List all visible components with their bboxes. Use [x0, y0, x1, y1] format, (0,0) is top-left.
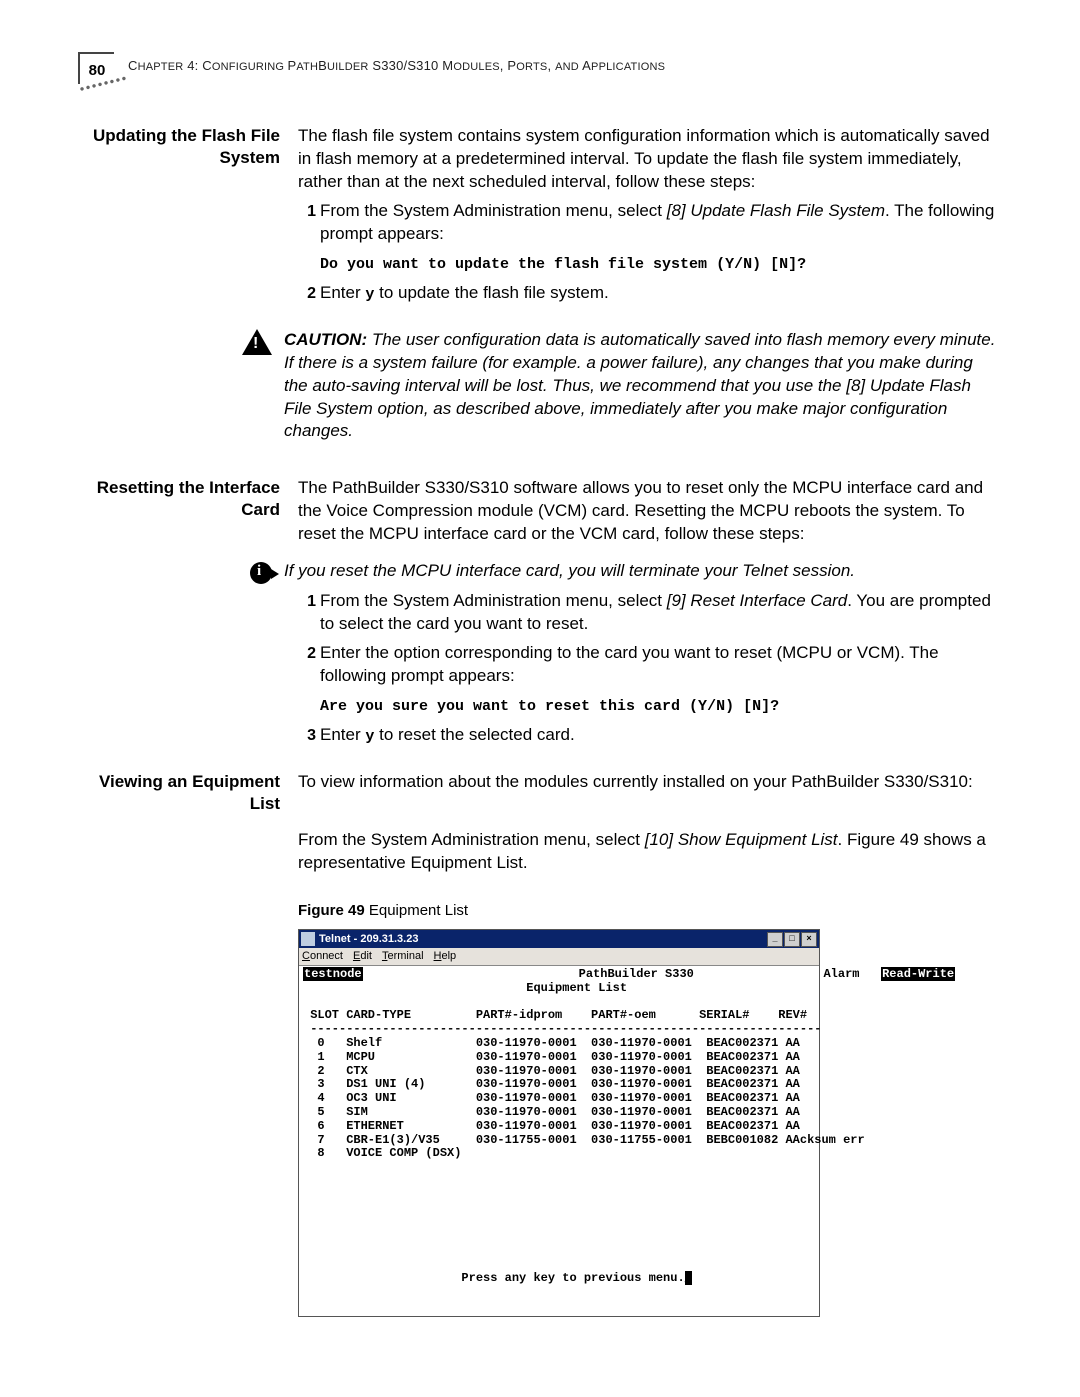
- info-icon: [250, 562, 272, 584]
- table-row: 0 Shelf 030-11970-0001 030-11970-0001 BE…: [303, 1036, 800, 1050]
- caution-icon: [242, 329, 272, 355]
- menu-terminal[interactable]: Terminal: [382, 949, 424, 964]
- page-header: CHAPTER 4: CONFIGURING PATHBUILDER S330/…: [128, 58, 665, 73]
- step-2-reset: 2Enter the option corresponding to the c…: [298, 642, 1000, 688]
- section-direction-equipment: From the System Administration menu, sel…: [298, 829, 1000, 875]
- step-1-flash: 1From the System Administration menu, se…: [298, 200, 1000, 246]
- maximize-button[interactable]: □: [784, 932, 800, 947]
- menu-connect[interactable]: Connect: [302, 949, 343, 964]
- prompt-flash: Do you want to update the flash file sys…: [320, 256, 806, 273]
- section-intro-equipment: To view information about the modules cu…: [298, 771, 1000, 794]
- prompt-reset: Are you sure you want to reset this card…: [320, 698, 779, 715]
- telnet-body: testnode PathBuilder S330 Alarm Read-Wri…: [299, 966, 819, 1316]
- info-note-reset: If you reset the MCPU interface card, yo…: [280, 560, 1000, 583]
- telnet-window: Telnet - 209.31.3.23 _ □ × Connect Edit …: [298, 929, 820, 1317]
- minimize-button[interactable]: _: [767, 932, 783, 947]
- caution-text: CAUTION: The user configuration data is …: [280, 329, 1000, 444]
- close-button[interactable]: ×: [801, 932, 817, 947]
- step-1-reset: 1From the System Administration menu, se…: [298, 590, 1000, 636]
- section-heading-equipment: Viewing an Equipment List: [80, 771, 298, 815]
- table-row: 7 CBR-E1(3)/V35 030-11755-0001 030-11755…: [303, 1133, 865, 1147]
- section-intro-reset: The PathBuilder S330/S310 software allow…: [298, 477, 1000, 546]
- table-row: 2 CTX 030-11970-0001 030-11970-0001 BEAC…: [303, 1064, 800, 1078]
- app-icon: [301, 932, 315, 946]
- table-row: 3 DS1 UNI (4) 030-11970-0001 030-11970-0…: [303, 1077, 800, 1091]
- telnet-titlebar[interactable]: Telnet - 209.31.3.23 _ □ ×: [299, 930, 819, 948]
- table-row: 5 SIM 030-11970-0001 030-11970-0001 BEAC…: [303, 1105, 800, 1119]
- section-heading-flash: Updating the Flash File System: [80, 125, 298, 169]
- telnet-title-text: Telnet - 209.31.3.23: [319, 932, 767, 947]
- figure-caption: Figure 49 Equipment List: [298, 901, 1000, 921]
- hostname-highlight: testnode: [303, 967, 363, 981]
- rw-highlight: Read-Write: [881, 967, 955, 981]
- step-3-reset: 3Enter y to reset the selected card.: [298, 724, 1000, 749]
- table-row: 6 ETHERNET 030-11970-0001 030-11970-0001…: [303, 1119, 800, 1133]
- menu-help[interactable]: Help: [434, 949, 457, 964]
- table-row: 4 OC3 UNI 030-11970-0001 030-11970-0001 …: [303, 1091, 800, 1105]
- telnet-menubar[interactable]: Connect Edit Terminal Help: [299, 948, 819, 966]
- section-heading-reset: Resetting the Interface Card: [80, 477, 298, 521]
- section-intro-flash: The flash file system contains system co…: [298, 125, 1000, 194]
- table-row: 8 VOICE COMP (DSX): [303, 1146, 461, 1160]
- step-2-flash: 2Enter y to update the flash file system…: [298, 282, 1000, 307]
- table-row: 1 MCPU 030-11970-0001 030-11970-0001 BEA…: [303, 1050, 800, 1064]
- menu-edit[interactable]: Edit: [353, 949, 372, 964]
